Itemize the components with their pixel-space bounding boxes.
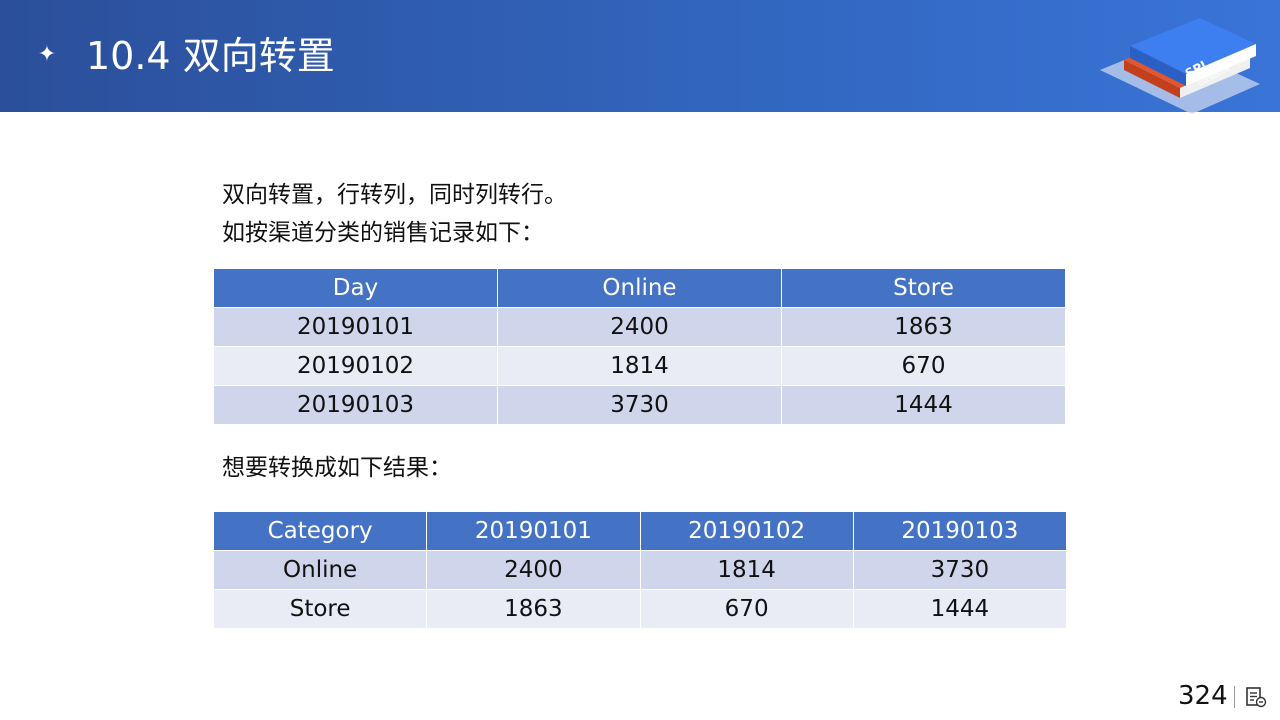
table-cell: 20190101 bbox=[213, 307, 498, 347]
column-header: 20190103 bbox=[852, 511, 1068, 551]
table-cell: 3730 bbox=[852, 550, 1068, 590]
table-cell: Online bbox=[212, 550, 428, 590]
column-header: 20190101 bbox=[426, 511, 641, 551]
transposed-result-table: Category 20190101 20190102 20190103 Onli… bbox=[212, 511, 1068, 629]
title-bar: ✦ 10.4 双向转置 bbox=[0, 0, 1280, 112]
column-header: Category bbox=[212, 511, 428, 551]
table-cell: 1863 bbox=[781, 307, 1066, 347]
table-cell: 2400 bbox=[426, 550, 641, 590]
table-cell: 1444 bbox=[852, 589, 1068, 629]
table-cell: Store bbox=[212, 589, 428, 629]
page-number: 324 bbox=[1178, 681, 1228, 711]
table-cell: 1444 bbox=[781, 385, 1066, 425]
slide-title: 10.4 双向转置 bbox=[86, 34, 335, 78]
footer-divider bbox=[1234, 686, 1235, 708]
star-bullet-icon: ✦ bbox=[37, 42, 57, 67]
table-cell: 20190103 bbox=[213, 385, 498, 425]
table-cell: 2400 bbox=[497, 307, 782, 347]
notes-icon[interactable] bbox=[1244, 685, 1268, 709]
table-cell: 20190102 bbox=[213, 346, 498, 386]
result-intro: 想要转换成如下结果： bbox=[222, 455, 452, 481]
spl-cookbook-logo: SPL COOKBOOK bbox=[1100, 18, 1260, 114]
table-row: 20190102 1814 670 bbox=[213, 346, 1066, 386]
column-header: Store bbox=[781, 268, 1066, 308]
table-row: 20190103 3730 1444 bbox=[213, 385, 1066, 425]
column-header: Day bbox=[213, 268, 498, 308]
source-sales-table: Day Online Store 20190101 2400 1863 2019… bbox=[213, 268, 1066, 425]
table-cell: 1814 bbox=[497, 346, 782, 386]
table-cell: 3730 bbox=[497, 385, 782, 425]
table-cell: 670 bbox=[639, 589, 854, 629]
table-row: Online 2400 1814 3730 bbox=[212, 550, 1068, 590]
table-row: 20190101 2400 1863 bbox=[213, 307, 1066, 347]
column-header: Online bbox=[497, 268, 782, 308]
column-header: 20190102 bbox=[639, 511, 854, 551]
intro-line-2: 如按渠道分类的销售记录如下： bbox=[222, 220, 544, 246]
table-row: Store 1863 670 1444 bbox=[212, 589, 1068, 629]
table-cell: 1863 bbox=[426, 589, 641, 629]
table-cell: 1814 bbox=[639, 550, 854, 590]
intro-line-1: 双向转置，行转列，同时列转行。 bbox=[222, 182, 567, 208]
table-cell: 670 bbox=[781, 346, 1066, 386]
